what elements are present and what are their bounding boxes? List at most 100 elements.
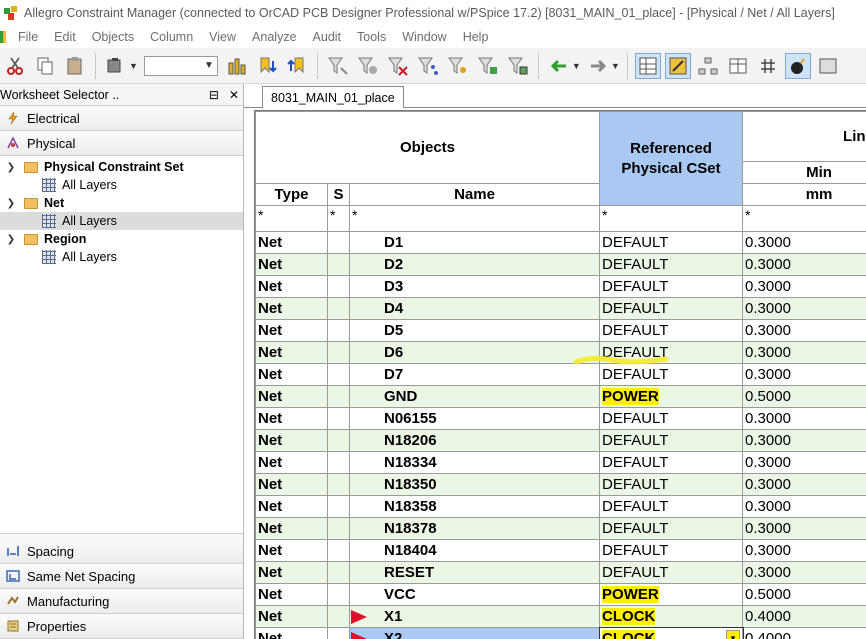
cell-line-width-min[interactable]: 0.3000 — [742, 253, 866, 276]
bookmark-down-icon[interactable] — [254, 53, 280, 79]
bomb-icon[interactable] — [784, 52, 811, 79]
cell-type[interactable]: Net — [255, 517, 328, 540]
cell-s[interactable] — [327, 275, 350, 298]
bar-chart-icon[interactable] — [224, 53, 250, 79]
cell-name[interactable]: D4 — [348, 297, 601, 320]
cell-line-width-min[interactable]: 0.3000 — [742, 341, 866, 364]
category-physical[interactable]: Physical — [0, 131, 243, 156]
cell-line-width-min[interactable]: 0.3000 — [742, 319, 866, 342]
cell-referenced-cset[interactable]: DEFAULT — [599, 561, 744, 584]
cell-name[interactable]: N18334 — [348, 451, 601, 474]
cell-type[interactable]: Net — [255, 561, 328, 584]
menu-edit[interactable]: Edit — [54, 30, 76, 44]
cell-name[interactable]: N18206 — [348, 429, 601, 452]
filter-icon[interactable] — [325, 53, 351, 79]
table-row[interactable]: Net VCC POWER 0.5000 — [255, 583, 866, 606]
copy-icon[interactable] — [32, 53, 58, 79]
cell-name[interactable]: RESET — [348, 561, 601, 584]
cell-name[interactable]: D1 — [348, 231, 601, 254]
cell-name[interactable]: D2 — [348, 253, 601, 276]
tab-8031-main-place[interactable]: 8031_MAIN_01_place — [262, 86, 404, 108]
object-filter-icon[interactable] — [103, 53, 129, 79]
category-same-net-spacing[interactable]: Same Net Spacing — [0, 564, 243, 589]
tree-item-all-layers[interactable]: All Layers — [0, 176, 243, 194]
cell-type[interactable]: Net — [255, 627, 328, 639]
category-properties[interactable]: Properties — [0, 614, 243, 639]
chevron-down-icon[interactable]: ❯ — [4, 234, 18, 245]
cell-line-width-min[interactable]: 0.3000 — [742, 429, 866, 452]
table-row[interactable]: Net N18350 DEFAULT 0.3000 — [255, 473, 866, 496]
header-referenced-physical-cset[interactable]: Referenced Physical CSet — [599, 111, 744, 206]
cell-type[interactable]: Net — [255, 275, 328, 298]
cell-s[interactable] — [327, 297, 350, 320]
cell-s[interactable] — [327, 451, 350, 474]
cell-referenced-cset[interactable]: DEFAULT — [599, 363, 744, 386]
table-row[interactable]: Net N18206 DEFAULT 0.3000 — [255, 429, 866, 452]
chevron-down-icon[interactable]: ❯ — [4, 162, 18, 173]
table-row[interactable]: Net D1 DEFAULT 0.3000 — [255, 231, 866, 254]
cell-type[interactable]: Net — [255, 363, 328, 386]
cell-type[interactable]: Net — [255, 583, 328, 606]
header-objects[interactable]: Objects — [255, 111, 601, 184]
cell-type[interactable]: Net — [255, 495, 328, 518]
forward-arrow-icon[interactable] — [585, 53, 611, 79]
cell-s[interactable] — [327, 539, 350, 562]
table-row[interactable]: Net N18404 DEFAULT 0.3000 — [255, 539, 866, 562]
cell-referenced-cset[interactable]: CLOCK — [599, 605, 744, 628]
filter-type-input[interactable]: * — [255, 205, 328, 232]
category-spacing[interactable]: Spacing — [0, 539, 243, 564]
table-row[interactable]: Net X1 CLOCK 0.4000 — [255, 605, 866, 628]
cell-line-width-min[interactable]: 0.4000 — [742, 627, 866, 639]
cell-referenced-cset[interactable]: DEFAULT — [599, 473, 744, 496]
more-toolbar-icon[interactable] — [815, 53, 841, 79]
back-arrow-icon[interactable] — [546, 53, 572, 79]
paste-icon[interactable] — [62, 53, 88, 79]
cell-s[interactable] — [327, 495, 350, 518]
cell-line-width-min[interactable]: 0.3000 — [742, 275, 866, 298]
cell-referenced-cset[interactable]: DEFAULT — [599, 495, 744, 518]
cell-name[interactable]: D3 — [348, 275, 601, 298]
cell-line-width-min[interactable]: 0.4000 — [742, 605, 866, 628]
cell-line-width-min[interactable]: 0.3000 — [742, 517, 866, 540]
cell-name[interactable]: D6 — [348, 341, 601, 364]
filter-min-input[interactable]: * — [742, 205, 866, 232]
cell-type[interactable]: Net — [255, 319, 328, 342]
cell-line-width-min[interactable]: 0.3000 — [742, 473, 866, 496]
cell-name[interactable]: N06155 — [348, 407, 601, 430]
filter-x-icon[interactable] — [385, 53, 411, 79]
net-icon[interactable] — [755, 53, 781, 79]
chevron-down-icon[interactable]: ▼ — [129, 61, 138, 71]
cell-name[interactable]: N18350 — [348, 473, 601, 496]
cell-name[interactable]: X1 — [348, 605, 601, 628]
chevron-down-icon[interactable]: ▾ — [726, 630, 741, 639]
cell-referenced-cset[interactable]: DEFAULT — [599, 517, 744, 540]
cell-name[interactable]: D7 — [348, 363, 601, 386]
cell-s[interactable] — [327, 583, 350, 606]
menu-view[interactable]: View — [209, 30, 236, 44]
table-row[interactable]: Net D3 DEFAULT 0.3000 — [255, 275, 866, 298]
category-manufacturing[interactable]: Manufacturing — [0, 589, 243, 614]
cut-icon[interactable] — [2, 53, 28, 79]
filter-combo[interactable]: ▼ — [143, 55, 218, 76]
table-row[interactable]: Net GND POWER 0.5000 — [255, 385, 866, 408]
header-type[interactable]: Type — [255, 183, 328, 206]
close-icon[interactable]: ✕ — [229, 88, 239, 102]
cell-line-width-min[interactable]: 0.5000 — [742, 583, 866, 606]
cell-type[interactable]: Net — [255, 297, 328, 320]
cell-s[interactable] — [327, 407, 350, 430]
table-row[interactable]: Net D4 DEFAULT 0.3000 — [255, 297, 866, 320]
filter-name-input[interactable]: * — [348, 205, 601, 232]
cell-name[interactable]: X2 — [348, 627, 601, 639]
table-row[interactable]: Net N18358 DEFAULT 0.3000 — [255, 495, 866, 518]
cell-referenced-cset[interactable]: DEFAULT — [599, 451, 744, 474]
cell-s[interactable] — [327, 627, 350, 639]
cell-s[interactable] — [327, 231, 350, 254]
cell-name[interactable]: VCC — [348, 583, 601, 606]
filter-cset-input[interactable]: * — [599, 205, 744, 232]
cell-line-width-min[interactable]: 0.3000 — [742, 297, 866, 320]
cell-name[interactable]: D5 — [348, 319, 601, 342]
menu-objects[interactable]: Objects — [92, 30, 134, 44]
menu-file[interactable]: File — [18, 30, 38, 44]
cell-s[interactable] — [327, 253, 350, 276]
cell-name[interactable]: N18378 — [348, 517, 601, 540]
